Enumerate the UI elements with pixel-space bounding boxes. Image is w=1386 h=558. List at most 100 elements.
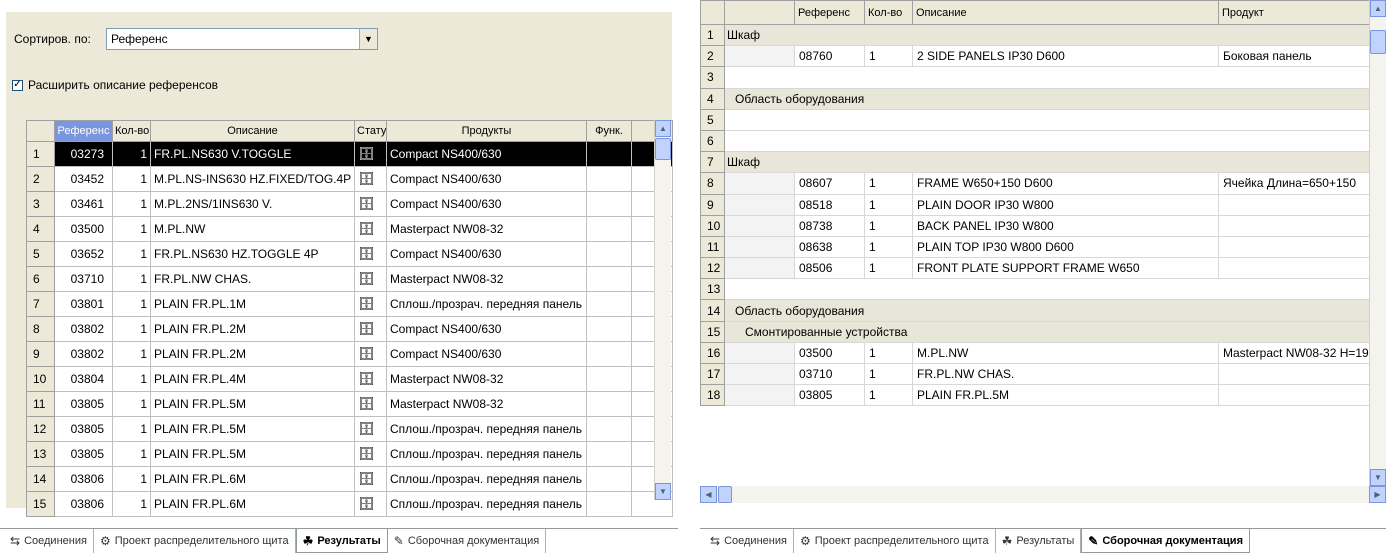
table-row[interactable]: 6 03710 1 FR.PL.NW CHAS. 🗄 Masterpact NW08-32 xyxy=(26,266,673,292)
cell-reference[interactable]: 03805 xyxy=(54,441,113,467)
cell-description[interactable]: FR.PL.NW CHAS. xyxy=(912,362,1219,386)
cell-quantity[interactable]: 1 xyxy=(112,166,151,192)
cell-status[interactable]: 🗄 xyxy=(354,191,387,217)
cell-description[interactable]: FR.PL.NS630 HZ.TOGGLE 4P xyxy=(150,241,355,267)
table-row[interactable]: 15 03806 1 PLAIN FR.PL.6M 🗄 Сплош./прозрач. п… xyxy=(26,491,673,517)
scroll-right-icon[interactable]: ▶ xyxy=(1369,486,1386,503)
cell-function[interactable] xyxy=(586,441,632,467)
cell-reference[interactable]: 03500 xyxy=(54,216,113,242)
section-label[interactable]: Шкаф xyxy=(724,23,1379,47)
cell-quantity[interactable]: 1 xyxy=(112,491,151,517)
tab-results[interactable]: ☘ Результаты xyxy=(996,529,1082,553)
cell-quantity[interactable]: 1 xyxy=(112,191,151,217)
cell-status[interactable]: 🗄 xyxy=(354,341,387,367)
cell-function[interactable] xyxy=(586,416,632,442)
column-header-reference[interactable]: Референс xyxy=(54,120,113,142)
scroll-thumb[interactable] xyxy=(1370,30,1386,54)
cell-description[interactable]: PLAIN DOOR IP30 W800 xyxy=(912,193,1219,216)
scroll-left-icon[interactable]: ◀ xyxy=(700,486,717,503)
cell-description[interactable]: PLAIN FR.PL.4M xyxy=(150,366,355,392)
cell-products[interactable]: Masterpact NW08-32 xyxy=(386,366,587,392)
cell-quantity[interactable]: 1 xyxy=(864,214,913,237)
cell-products[interactable]: Compact NS400/630 xyxy=(386,341,587,367)
cell-description[interactable]: M.PL.NS-INS630 HZ.FIXED/TOG.4P xyxy=(150,166,355,192)
cell-status[interactable]: 🗄 xyxy=(354,266,387,292)
cell-reference[interactable]: 03805 xyxy=(794,384,865,407)
table-row[interactable]: 3 03461 1 M.PL.2NS/1INS630 V. 🗄 Compact NS400… xyxy=(26,191,673,217)
cell-status[interactable]: 🗄 xyxy=(354,366,387,392)
section-header-row[interactable]: 15 Смонтированные устройства xyxy=(700,320,1379,343)
table-row[interactable]: 17 03710 1 FR.PL.NW CHAS. xyxy=(700,362,1379,386)
cell-reference[interactable]: 08638 xyxy=(794,235,865,259)
cell-function[interactable] xyxy=(586,216,632,242)
scroll-up-icon[interactable]: ▲ xyxy=(1370,0,1386,17)
table-row[interactable]: 10 08738 1 BACK PANEL IP30 W800 xyxy=(700,214,1379,237)
cell-quantity[interactable]: 1 xyxy=(864,235,913,259)
cell-status[interactable]: 🗄 xyxy=(354,216,387,242)
cell-function[interactable] xyxy=(586,191,632,217)
cell-reference[interactable]: 03805 xyxy=(54,416,113,442)
table-row[interactable]: 4 03500 1 M.PL.NW 🗄 Masterpact NW08-32 xyxy=(26,216,673,242)
cell-quantity[interactable]: 1 xyxy=(864,362,913,386)
cell-quantity[interactable]: 1 xyxy=(864,341,913,365)
cell-quantity[interactable]: 1 xyxy=(112,266,151,292)
expand-description-checkbox[interactable]: ✓ xyxy=(12,79,23,91)
cell-reference[interactable]: 03710 xyxy=(54,266,113,292)
cell-quantity[interactable]: 1 xyxy=(112,441,151,467)
cell-description[interactable]: M.PL.NW xyxy=(912,341,1219,365)
column-header-status[interactable]: Стату xyxy=(354,120,387,142)
tab-connections[interactable]: ⇆ Соединения xyxy=(704,529,794,553)
cell-function[interactable] xyxy=(586,366,632,392)
section-header-row[interactable]: 1 Шкаф xyxy=(700,23,1379,47)
cell-description[interactable]: FRONT PLATE SUPPORT FRAME W650 xyxy=(912,257,1219,280)
cell-quantity[interactable]: 1 xyxy=(112,141,151,167)
cell-reference[interactable]: 03802 xyxy=(54,316,113,342)
cell-quantity[interactable]: 1 xyxy=(112,341,151,367)
cell-function[interactable] xyxy=(586,466,632,492)
cell-product[interactable] xyxy=(1218,384,1379,407)
cell-reference[interactable]: 03500 xyxy=(794,341,865,365)
cell-product[interactable]: Ячейка Длина=650+150 xyxy=(1218,172,1379,195)
cell-reference[interactable]: 03710 xyxy=(794,362,865,386)
cell-status[interactable]: 🗄 xyxy=(354,466,387,492)
cell-quantity[interactable]: 1 xyxy=(864,257,913,280)
scroll-thumb-horizontal[interactable] xyxy=(718,486,732,503)
cell-function[interactable] xyxy=(586,166,632,192)
cell-description[interactable]: BACK PANEL IP30 W800 xyxy=(912,214,1219,237)
cell-products[interactable]: Masterpact NW08-32 xyxy=(386,391,587,417)
cell-description[interactable]: FR.PL.NW CHAS. xyxy=(150,266,355,292)
cell-quantity[interactable]: 1 xyxy=(112,391,151,417)
table-row[interactable]: 12 08506 1 FRONT PLATE SUPPORT FRAME W650 xyxy=(700,257,1379,280)
cell-quantity[interactable]: 1 xyxy=(864,384,913,407)
column-header-description[interactable]: Описание xyxy=(912,0,1219,25)
cell-description[interactable]: PLAIN FR.PL.2M xyxy=(150,316,355,342)
cell-quantity[interactable]: 1 xyxy=(864,193,913,216)
cell-reference[interactable]: 03805 xyxy=(54,391,113,417)
cell-reference[interactable]: 03802 xyxy=(54,341,113,367)
cell-reference[interactable]: 03806 xyxy=(54,491,113,517)
section-header-row[interactable]: 14 Область оборудования xyxy=(700,299,1379,322)
cell-products[interactable]: Compact NS400/630 xyxy=(386,166,587,192)
cell-reference[interactable]: 03806 xyxy=(54,466,113,492)
tab-switchboard-project[interactable]: ⚙ Проект распределительного щита xyxy=(94,529,296,553)
column-header-quantity[interactable]: Кол-во xyxy=(864,0,913,25)
column-header-description[interactable]: Описание xyxy=(150,120,355,142)
table-row[interactable]: 1 03273 1 FR.PL.NS630 V.TOGGLE 🗄 Compact NS40… xyxy=(26,141,673,167)
cell-products[interactable]: Сплош./прозрач. передняя панель xyxy=(386,416,587,442)
cell-description[interactable]: PLAIN FR.PL.6M xyxy=(150,491,355,517)
section-label[interactable]: Шкаф xyxy=(724,151,1379,174)
section-label[interactable]: Смонтированные устройства xyxy=(724,320,1379,343)
section-label[interactable]: Область оборудования xyxy=(724,299,1379,322)
scroll-thumb[interactable] xyxy=(655,138,671,160)
cell-products[interactable]: Masterpact NW08-32 xyxy=(386,266,587,292)
table-row[interactable]: 9 03802 1 PLAIN FR.PL.2M 🗄 Compact NS400/630 xyxy=(26,341,673,367)
tab-assembly-docs[interactable]: ✎ Сборочная документация xyxy=(1081,529,1250,553)
cell-function[interactable] xyxy=(586,316,632,342)
table-row[interactable]: 13 03805 1 PLAIN FR.PL.5M 🗄 Сплош./прозрач. п… xyxy=(26,441,673,467)
cell-product[interactable]: Masterpact NW08-32 H=19 xyxy=(1218,341,1379,365)
cell-reference[interactable]: 08760 xyxy=(794,45,865,68)
cell-quantity[interactable]: 1 xyxy=(112,241,151,267)
tab-results[interactable]: ☘ Результаты xyxy=(295,529,388,553)
cell-quantity[interactable]: 1 xyxy=(112,291,151,317)
cell-description[interactable]: M.PL.NW xyxy=(150,216,355,242)
